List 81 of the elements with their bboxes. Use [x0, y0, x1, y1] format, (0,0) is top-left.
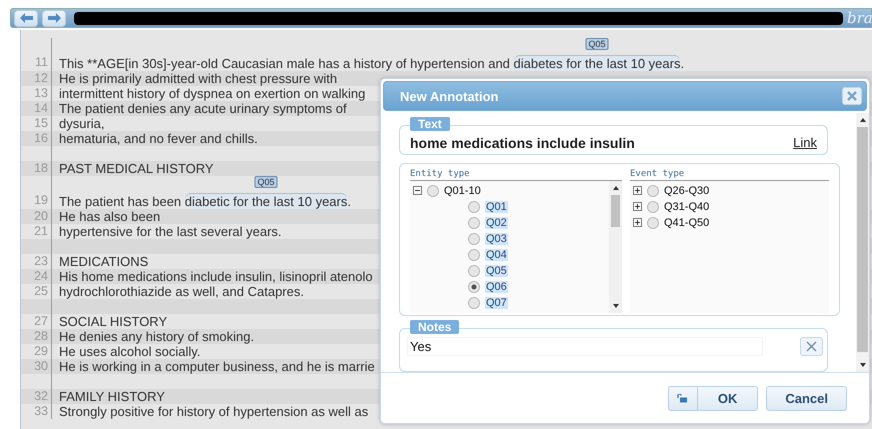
notes-field[interactable]: Yes: [407, 337, 763, 356]
radio-button[interactable]: [468, 296, 480, 309]
line-text: .: [680, 56, 684, 71]
tree-item[interactable]: Q03: [485, 232, 508, 245]
close-icon: [847, 91, 857, 101]
line-text: This **AGE[in 30s]-year-old Caucasian male has a history of hypertension and: [59, 56, 511, 71]
line-text: intermittent history of dyspnea on exertion on walking: [59, 86, 366, 101]
line-text: MEDICATIONS: [59, 254, 148, 269]
line-number: 16: [21, 131, 52, 146]
ok-button[interactable]: OK: [696, 386, 758, 410]
line-number: 18: [21, 161, 52, 176]
annotated-text[interactable]: diabetic for the last 10 years: [184, 193, 348, 209]
line-number: 33: [21, 404, 52, 419]
left-arrow-icon: [20, 13, 32, 23]
radio-button[interactable]: [468, 280, 480, 293]
tree-item[interactable]: Q41-Q50: [664, 216, 710, 229]
line-text: dysuria,: [59, 116, 105, 131]
tree-item[interactable]: Q31-Q40: [664, 200, 710, 213]
tree-item[interactable]: Q05: [485, 264, 508, 277]
line-text: hypertensive for the last several years.: [59, 224, 282, 239]
line-number: 24: [21, 269, 52, 284]
line-text: He denies any history of smoking.: [59, 329, 254, 344]
line-number: 20: [21, 209, 52, 224]
line-text: He is working in a computer business, and he is marrie: [59, 359, 375, 374]
radio-button[interactable]: [647, 216, 659, 229]
annotation-tag[interactable]: Q05: [254, 176, 278, 188]
selected-text: home medications include insulin: [410, 134, 635, 151]
line-number: 14: [21, 101, 52, 116]
close-icon: [806, 341, 817, 352]
line-text: SOCIAL HISTORY: [59, 314, 168, 329]
line-text: FAMILY HISTORY: [59, 389, 165, 404]
tree-item[interactable]: Q04: [485, 248, 508, 261]
dialog-title: New Annotation: [400, 88, 500, 104]
annotation-tag[interactable]: Q05: [585, 38, 608, 50]
radio-button[interactable]: [468, 216, 480, 229]
line-number: 12: [21, 71, 52, 86]
line-text: He is primarily admitted with chest pressure with: [59, 71, 338, 86]
line-number: 32: [21, 389, 52, 404]
line-text: PAST MEDICAL HISTORY: [59, 161, 214, 176]
tree-item[interactable]: Q02: [485, 216, 508, 229]
expand-icon[interactable]: [633, 186, 642, 196]
line-text: The patient has been: [59, 194, 182, 209]
radio-button[interactable]: [468, 264, 480, 277]
line-text: His home medications include insulin, lisinopril atenolo: [59, 269, 373, 284]
tree-item[interactable]: Q06: [485, 280, 508, 293]
cancel-button[interactable]: Cancel: [766, 386, 847, 410]
forward-button[interactable]: [42, 10, 66, 26]
lock-button[interactable]: [668, 386, 697, 410]
section-legend: Notes: [410, 320, 460, 334]
radio-button[interactable]: [468, 200, 480, 213]
lock-icon: [677, 394, 688, 402]
line-text: hydrochlorothiazide as well, and Catapres.: [59, 284, 304, 299]
expand-icon[interactable]: [633, 202, 642, 212]
tree-item[interactable]: Q01: [485, 200, 508, 213]
line-text: He has also been: [59, 209, 160, 224]
section-legend: Text: [410, 117, 450, 131]
scrollbar[interactable]: [609, 180, 622, 313]
radio-button[interactable]: [647, 184, 659, 197]
close-button[interactable]: [842, 87, 862, 105]
back-button[interactable]: [14, 10, 38, 26]
annotated-text[interactable]: diabetes for the last 10 years: [514, 55, 680, 71]
line-text: Strongly positive for history of hypertension as well as: [59, 404, 368, 419]
line-text: .: [347, 194, 351, 209]
logo-text: bra: [847, 9, 871, 27]
line-text: The patient denies any acute urinary symptoms of: [59, 101, 347, 116]
collapse-icon[interactable]: [413, 186, 422, 196]
scrollbar[interactable]: [856, 113, 869, 372]
line-number: 28: [21, 329, 52, 344]
link[interactable]: Link: [793, 135, 817, 150]
radio-button[interactable]: [647, 200, 659, 213]
radio-button[interactable]: [468, 248, 480, 261]
right-arrow-icon: [48, 13, 60, 23]
line-number: 30: [21, 359, 52, 374]
radio-button[interactable]: [468, 232, 480, 245]
expand-icon[interactable]: [633, 218, 642, 228]
tree-item[interactable]: Q07: [485, 296, 508, 309]
line-text: He uses alcohol socially.: [59, 344, 200, 359]
line-text: hematuria, and no fever and chills.: [59, 131, 258, 146]
clear-button[interactable]: [800, 337, 823, 356]
tree-item[interactable]: Q26-Q30: [664, 184, 710, 197]
radio-button[interactable]: [427, 184, 439, 197]
